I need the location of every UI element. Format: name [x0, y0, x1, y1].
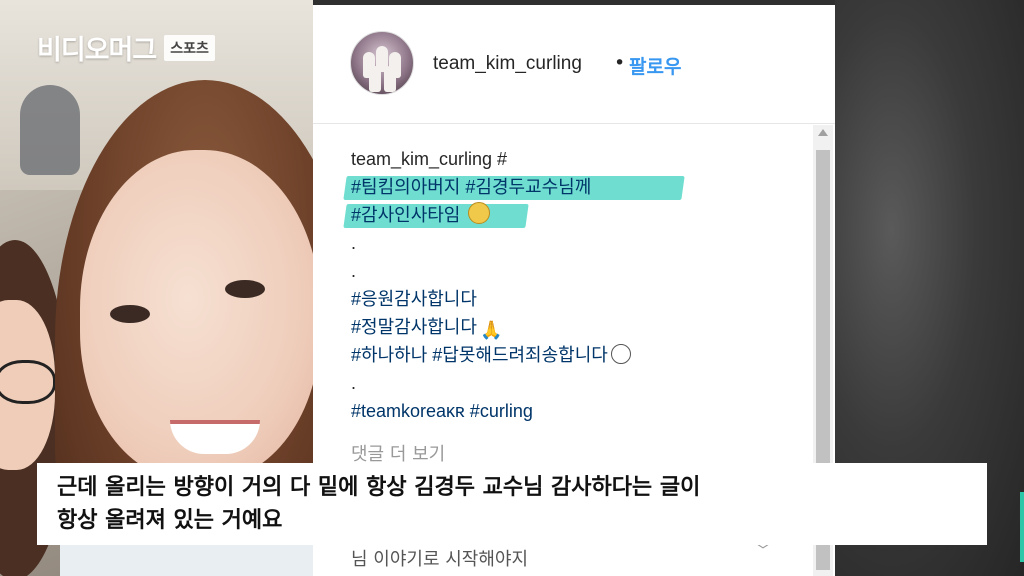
- caption-line: .: [351, 261, 357, 281]
- hashtag-line[interactable]: #응원감사합니다: [351, 285, 791, 313]
- caption-line-highlighted: #감사인사타임: [343, 201, 791, 229]
- caption-line: #하나하나 #답못해드려죄송합니다: [351, 341, 791, 369]
- hashtag-line[interactable]: #teamkoreaᴋʀ #curling: [351, 397, 791, 425]
- sad-face-emoji-icon: [610, 344, 631, 364]
- caption-line: .: [351, 233, 357, 253]
- hashtag-text[interactable]: #하나하나 #답못해드려죄송합니다: [351, 345, 608, 365]
- caption-line: .: [351, 373, 357, 393]
- separator-dot: •: [614, 52, 626, 74]
- hashtag-text[interactable]: #감사인사타임: [351, 205, 460, 225]
- scroll-up-arrow-icon[interactable]: [818, 129, 828, 136]
- logo-text: 비디오머그: [37, 35, 157, 65]
- videomug-logo: 비디오머그 스포츠: [37, 28, 215, 67]
- caption-line-highlighted: #팀킴의아버지 #김경두교수님께: [343, 173, 791, 201]
- post-caption: team_kim_curling # #팀킴의아버지 #김경두교수님께 #감사인…: [343, 145, 791, 425]
- caption-line: team_kim_curling #: [351, 149, 508, 169]
- subtitle-box: 근데 올리는 방향이 거의 다 밑에 항상 김경두 교수님 감사하다는 글이 항…: [37, 463, 987, 545]
- post-header: team_kim_curling • 팔로우: [313, 5, 835, 124]
- subtitle-line-2: 항상 올려져 있는 거예요: [57, 508, 283, 533]
- accent-bar: [1020, 492, 1024, 562]
- subtitle-line-1: 근데 올리는 방향이 거의 다 밑에 항상 김경두 교수님 감사하다는 글이: [57, 475, 701, 500]
- logo-badge-sports: 스포츠: [164, 34, 215, 61]
- partial-comment-text: 님 이야기로 시작해야지: [351, 549, 529, 570]
- follow-button[interactable]: 팔로우: [629, 52, 681, 79]
- hashtag-text[interactable]: #팀킴의아버지 #김경두교수님께: [351, 177, 591, 197]
- praying-hands-emoji-icon: 🙏: [479, 320, 503, 340]
- profile-username[interactable]: team_kim_curling: [433, 53, 582, 75]
- profile-avatar[interactable]: [350, 31, 414, 95]
- caption-line: #정말감사합니다 🙏: [351, 313, 791, 341]
- hashtag-text[interactable]: #정말감사합니다: [351, 317, 477, 337]
